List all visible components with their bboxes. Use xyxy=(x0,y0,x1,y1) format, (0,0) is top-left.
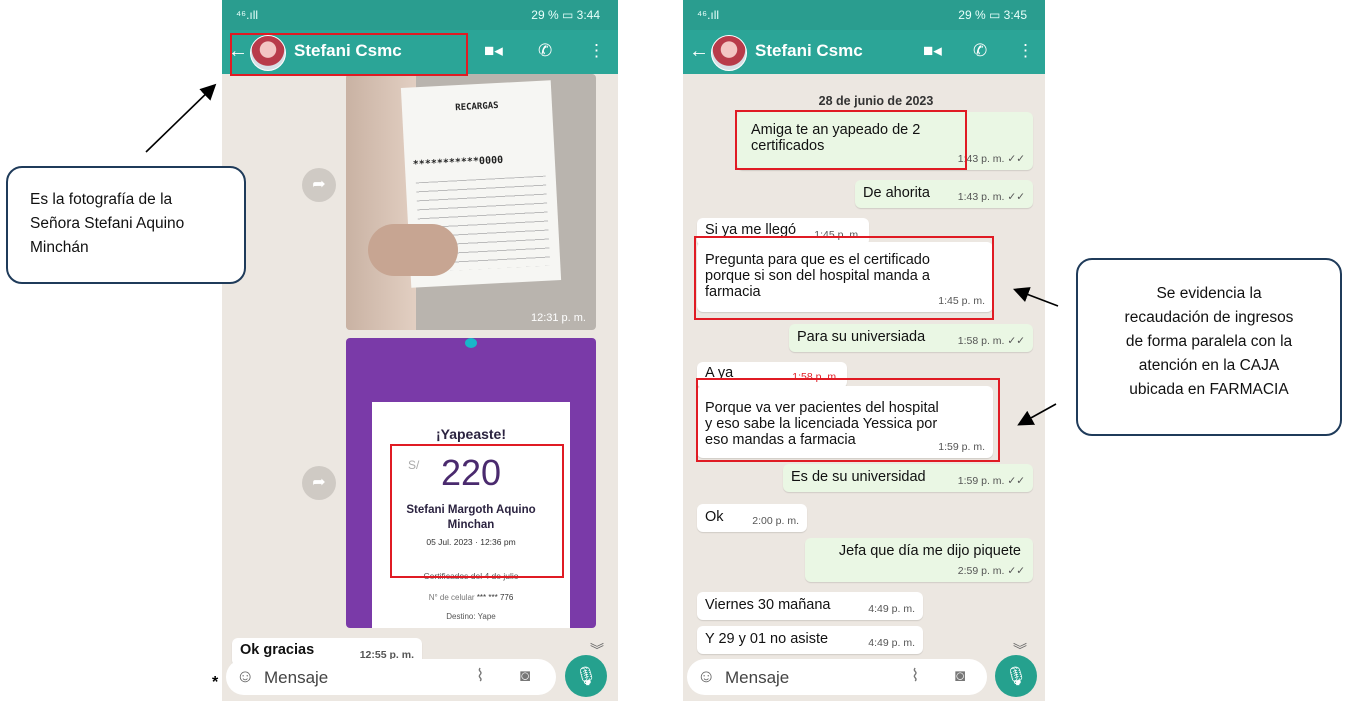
arrow-to-contact xyxy=(145,83,217,153)
callout-arrows xyxy=(145,83,1059,426)
arrow-to-farmacia-message xyxy=(1013,287,1059,307)
arrow-to-licenciada-message xyxy=(1017,403,1057,426)
